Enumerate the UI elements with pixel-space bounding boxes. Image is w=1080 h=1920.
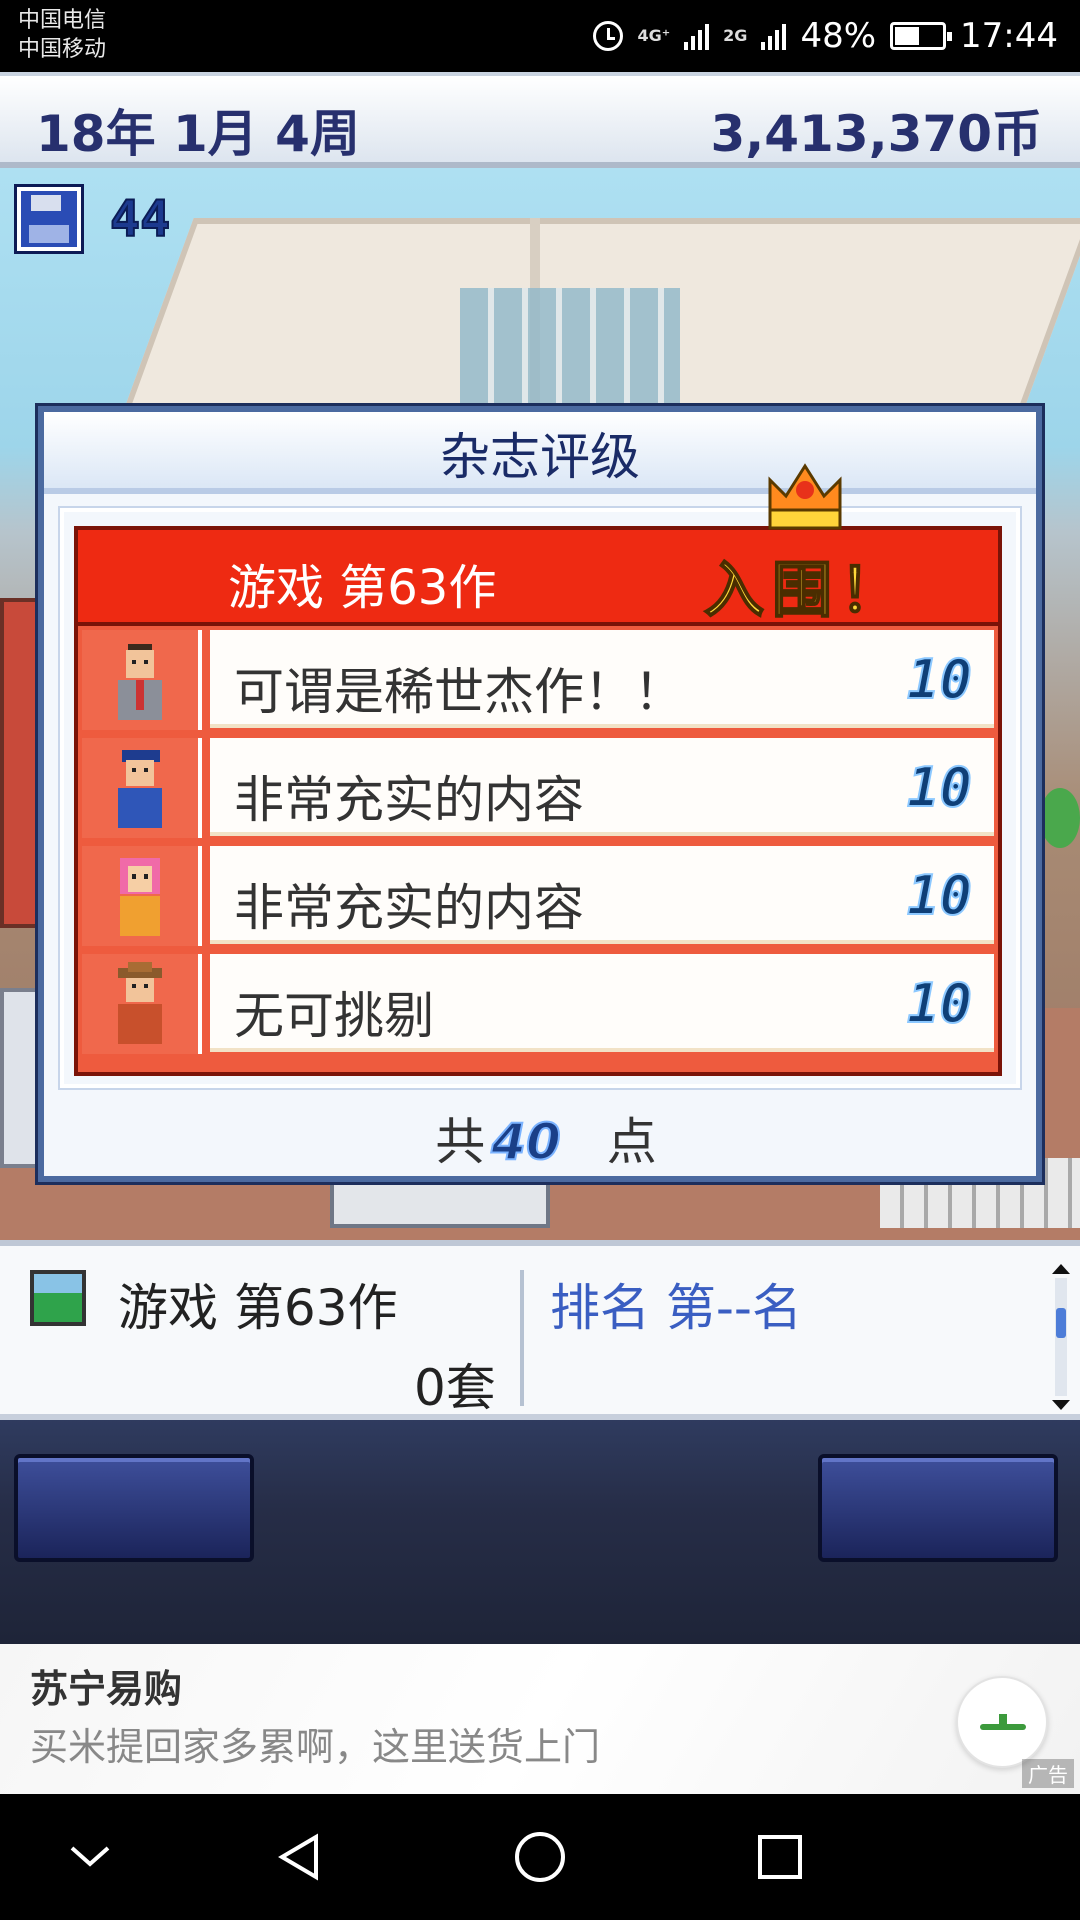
magazine-rating-dialog: 杂志评级 游戏 第63作 入围！ 可谓是稀世杰作！！ 10 非常充实的内容 10…: [38, 406, 1042, 1182]
scroll-thumb[interactable]: [1056, 1308, 1066, 1338]
total-prefix: 共: [435, 1113, 486, 1171]
total-score: 共 40 点: [44, 1102, 1048, 1174]
ad-title[interactable]: 苏宁易购: [30, 1658, 182, 1713]
review-row: 非常充实的内容 10: [78, 842, 998, 950]
back-icon[interactable]: [240, 1794, 360, 1920]
battery-icon: [890, 22, 953, 50]
review-comment: 非常充实的内容: [234, 771, 584, 829]
review-row: 非常充实的内容 10: [78, 734, 998, 842]
review-score: 10: [906, 971, 973, 1036]
ad-description[interactable]: 买米提回家多累啊，这里送货上门: [30, 1716, 600, 1771]
crown-icon: [768, 463, 842, 530]
floppy-disk-icon[interactable]: [14, 184, 84, 254]
review-row: 可谓是稀世杰作！！ 10: [78, 626, 998, 734]
total-suffix: 点: [606, 1113, 657, 1171]
game-date: 18年 1月 4周: [36, 105, 360, 163]
review-score: 10: [906, 647, 973, 712]
cowboy-avatar: [82, 954, 202, 1054]
info-rank: 排名 第--名: [550, 1279, 802, 1337]
ad-logo-icon[interactable]: [956, 1676, 1048, 1768]
info-divider: [520, 1270, 524, 1406]
carrier-2: 中国移动: [18, 37, 107, 62]
nominated-badge: 入围！: [703, 555, 908, 627]
right-game-button[interactable]: [818, 1454, 1058, 1562]
review-score: 10: [906, 863, 973, 928]
potted-plant: [1040, 788, 1080, 848]
save-count: 44: [109, 189, 171, 249]
review-comment: 无可挑剔: [234, 987, 434, 1045]
dialog-title: 杂志评级: [44, 412, 1036, 494]
review-comment-box: 非常充实的内容 10: [210, 846, 994, 944]
game-thumbnail-icon: [30, 1270, 86, 1326]
alarm-icon: [593, 21, 624, 51]
money-display: 3,413,370币: [710, 105, 1042, 163]
review-comment-box: 非常充实的内容 10: [210, 738, 994, 836]
scroll-track[interactable]: [1055, 1278, 1067, 1396]
network-type-2: 2G: [723, 26, 748, 45]
rating-panel: 游戏 第63作 入围！ 可谓是稀世杰作！！ 10 非常充实的内容 10 非常充实…: [60, 508, 1020, 1088]
carrier-1: 中国电信: [18, 8, 107, 33]
game-button-area: [0, 1420, 1080, 1644]
game-entry-header: 游戏 第63作 入围！: [74, 526, 1002, 627]
status-icons: 4G⁺ 2G 48% 17:44: [593, 12, 1058, 60]
info-game-title: 游戏 第63作: [118, 1279, 398, 1337]
vending-machine: [0, 598, 40, 928]
review-comment-box: 可谓是稀世杰作！！ 10: [210, 630, 994, 728]
recents-icon[interactable]: [720, 1794, 840, 1920]
battery-percent: 48%: [800, 16, 877, 56]
hide-nav-icon[interactable]: [30, 1794, 150, 1920]
total-value: 40: [490, 1112, 562, 1172]
left-game-button[interactable]: [14, 1454, 254, 1562]
game-entry-name: 游戏 第63作: [228, 560, 497, 616]
review-comment: 可谓是稀世杰作！！: [234, 663, 684, 721]
ad-tag: 广告: [1022, 1759, 1074, 1788]
cap-man-avatar: [82, 738, 202, 838]
businessman-avatar: [82, 630, 202, 730]
carrier-labels: 中国电信 中国移动: [18, 6, 106, 64]
review-list: 可谓是稀世杰作！！ 10 非常充实的内容 10 非常充实的内容 10 无可挑剔 …: [74, 626, 1002, 1076]
status-bar: 中国电信 中国移动 4G⁺ 2G 48% 17:44: [0, 0, 1080, 72]
home-icon[interactable]: [480, 1794, 600, 1920]
game-top-bar: 18年 1月 4周 3,413,370币: [0, 72, 1080, 168]
network-type: 4G⁺: [637, 26, 671, 45]
navigation-bar: [0, 1794, 1080, 1920]
clock: 17:44: [960, 16, 1058, 56]
arcade-machine: [0, 988, 40, 1168]
signal-icon-2: [761, 22, 787, 50]
review-comment: 非常充实的内容: [234, 879, 584, 937]
scroll-down-icon[interactable]: [1052, 1400, 1070, 1410]
ad-banner[interactable]: 苏宁易购 买米提回家多累啊，这里送货上门 广告: [0, 1644, 1080, 1794]
info-sales: 0套: [414, 1359, 496, 1417]
pink-hair-girl-avatar: [82, 846, 202, 946]
info-scrollbar[interactable]: [1050, 1264, 1072, 1410]
review-row: 无可挑剔 10: [78, 950, 998, 1058]
review-comment-box: 无可挑剔 10: [210, 954, 994, 1052]
signal-icon: [684, 22, 710, 50]
scroll-up-icon[interactable]: [1052, 1264, 1070, 1274]
game-info-bar[interactable]: 游戏 第63作 0套 排名 第--名: [0, 1240, 1080, 1420]
review-score: 10: [906, 755, 973, 820]
